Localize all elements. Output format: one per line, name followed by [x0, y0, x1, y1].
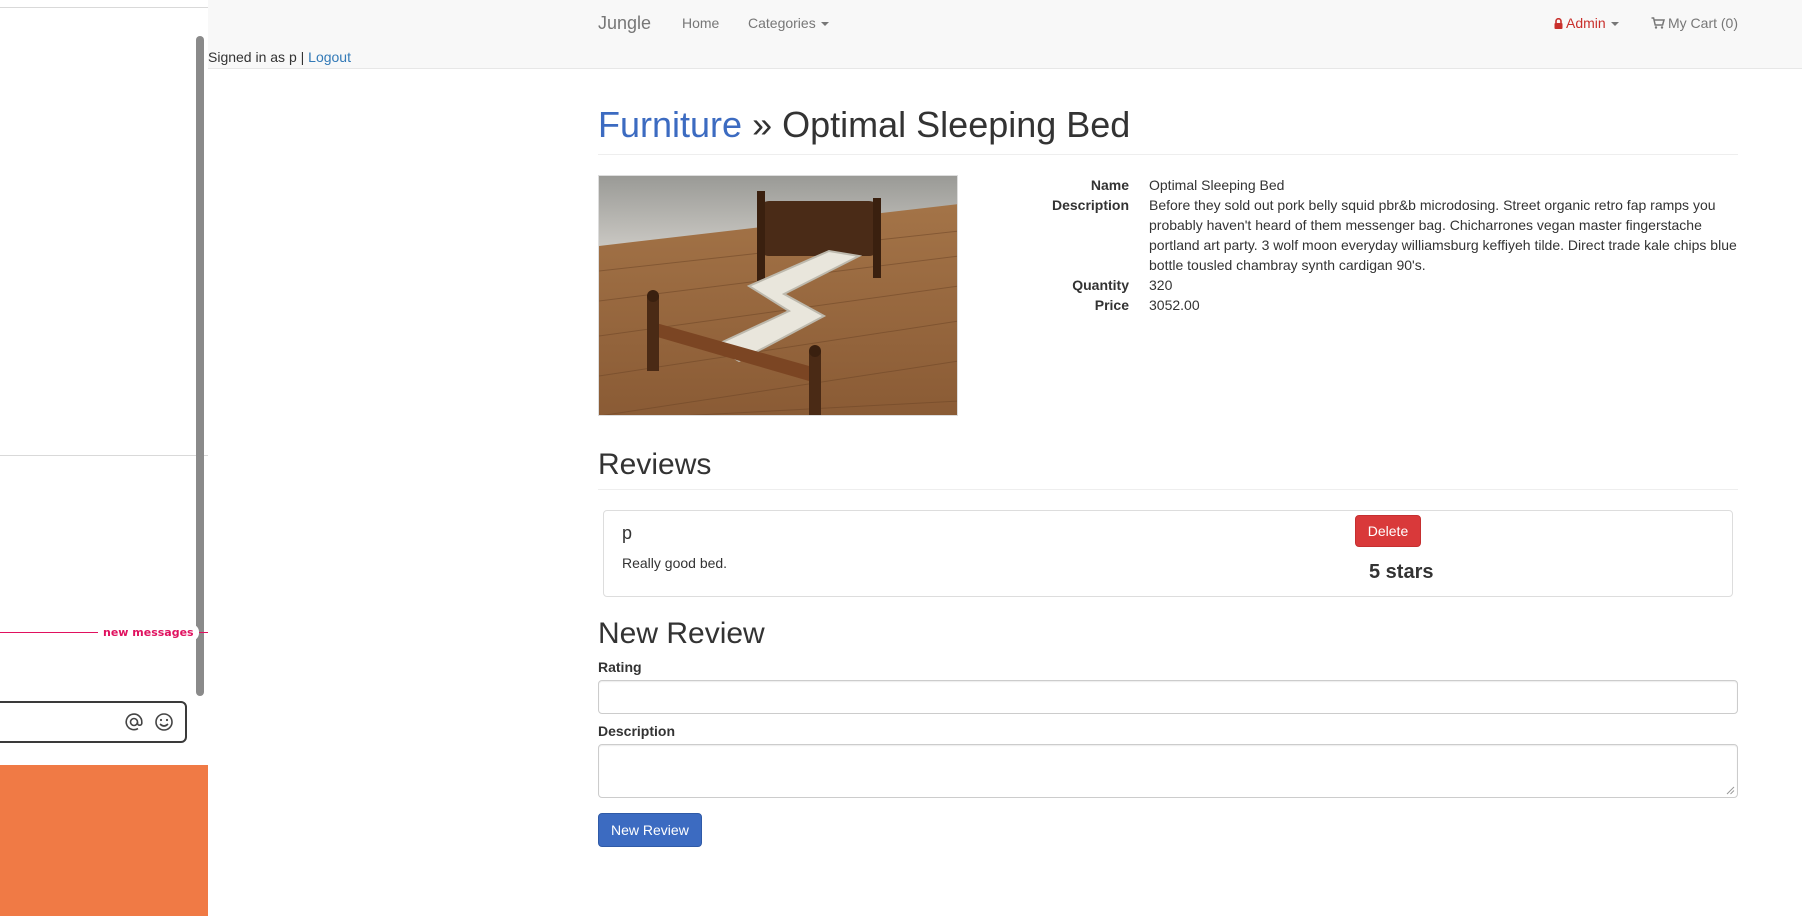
bed-photo-illustration — [599, 175, 957, 415]
chat-side-panel: new messages — [0, 0, 208, 916]
product-row: Name Optimal Sleeping Bed Description Be… — [598, 174, 1738, 422]
lock-icon — [1554, 18, 1563, 29]
reviews-header: Reviews — [598, 448, 1738, 490]
product-details: Name Optimal Sleeping Bed Description Be… — [978, 175, 1738, 315]
detail-value: Before they sold out pork belly squid pb… — [1149, 196, 1737, 273]
detail-row-price: Price 3052.00 — [978, 295, 1738, 315]
cart-icon — [1651, 17, 1665, 29]
signed-in-text: Signed in as p | — [208, 49, 305, 65]
review-text: Really good bed. — [622, 554, 728, 571]
new-review-heading: New Review — [598, 616, 765, 650]
breadcrumb-separator: » — [752, 104, 773, 145]
logout-link[interactable]: Logout — [308, 49, 351, 65]
product-title: Optimal Sleeping Bed — [782, 104, 1131, 145]
description-label: Description — [598, 722, 676, 739]
nav-categories-label: Categories — [748, 15, 816, 31]
review-author: p — [622, 522, 633, 543]
top-navbar: Jungle Home Categories Admin My Cart (0)… — [0, 0, 1802, 69]
chevron-down-icon — [1610, 22, 1619, 27]
nav-admin-label: Admin — [1566, 15, 1606, 31]
nav-home-link[interactable]: Home — [682, 15, 719, 31]
detail-label: Price — [1094, 296, 1129, 313]
detail-row-name: Name Optimal Sleeping Bed — [978, 175, 1738, 195]
nav-cart-link[interactable]: My Cart (0) — [1651, 15, 1738, 31]
detail-row-description: Description Before they sold out pork be… — [978, 195, 1738, 275]
detail-value: 3052.00 — [1149, 296, 1200, 313]
detail-value: Optimal Sleeping Bed — [1149, 176, 1285, 193]
nav-cart-label: My Cart (0) — [1668, 15, 1738, 31]
smile-icon[interactable] — [153, 711, 175, 733]
resize-handle-icon[interactable] — [1726, 786, 1735, 795]
divider — [0, 7, 208, 8]
detail-label: Name — [1090, 176, 1129, 193]
page-header: Furniture » Optimal Sleeping Bed — [598, 105, 1738, 155]
brand-link[interactable]: Jungle — [598, 13, 651, 34]
rating-input[interactable] — [598, 679, 1738, 714]
review-rating: 5 stars — [1369, 560, 1434, 583]
message-input[interactable] — [0, 701, 187, 743]
at-icon[interactable] — [123, 711, 145, 733]
navbar-inner: Jungle Home Categories Admin My Cart (0) — [598, 0, 1738, 46]
product-image — [598, 174, 958, 416]
nav-admin-dropdown[interactable]: Admin — [1554, 15, 1619, 31]
detail-label: Description — [1051, 196, 1129, 213]
description-textarea[interactable] — [598, 743, 1738, 798]
rating-label: Rating — [598, 658, 642, 675]
category-link[interactable]: Furniture — [598, 104, 742, 145]
chevron-down-icon — [820, 22, 829, 27]
main-container: Furniture » Optimal Sleeping Bed Name Op… — [598, 69, 1738, 847]
page-title: Furniture » Optimal Sleeping Bed — [598, 105, 1738, 145]
delete-review-button[interactable]: Delete — [1355, 514, 1421, 547]
orange-banner — [0, 765, 208, 916]
session-status: Signed in as p | Logout — [208, 49, 351, 65]
detail-label: Quantity — [1072, 276, 1129, 293]
detail-row-quantity: Quantity 320 — [978, 275, 1738, 295]
review-card: p Really good bed. Delete 5 stars — [603, 509, 1733, 597]
detail-value: 320 — [1149, 276, 1173, 293]
scrollbar[interactable] — [196, 36, 204, 696]
reviews-heading: Reviews — [598, 447, 712, 481]
new-messages-badge[interactable]: new messages — [98, 624, 199, 641]
submit-review-button[interactable]: New Review — [598, 812, 702, 847]
nav-categories-dropdown[interactable]: Categories — [748, 15, 829, 31]
divider — [0, 455, 208, 456]
